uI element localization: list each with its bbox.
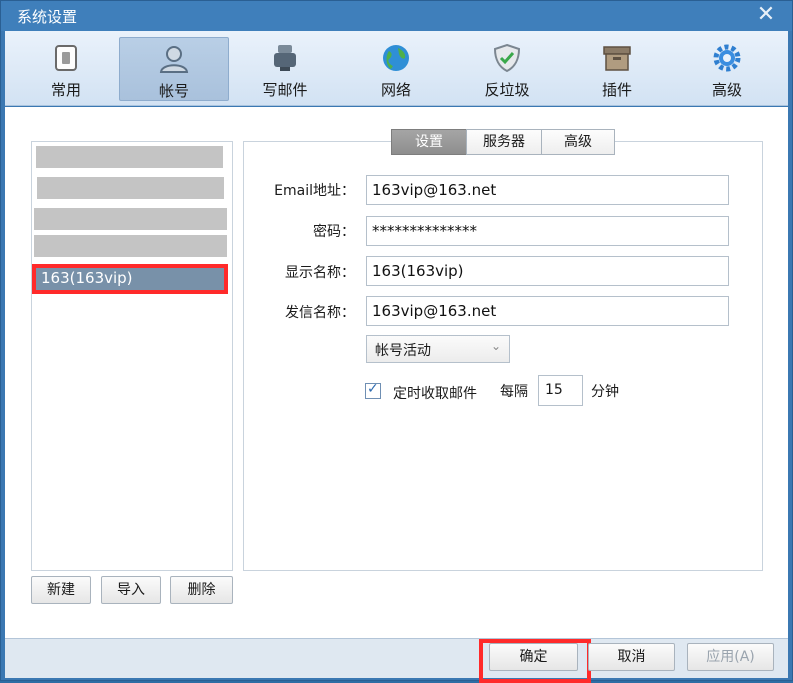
check-icon: ✓ xyxy=(367,381,379,397)
account-status-value: 帐号活动 xyxy=(375,343,431,359)
gear-icon xyxy=(713,44,741,72)
content-area: 163(163vip) 新建 导入 删除 设置 服务器 高级 Email地址： … xyxy=(5,107,788,638)
pen-icon xyxy=(274,45,296,71)
new-account-button[interactable]: 新建 xyxy=(31,576,91,604)
email-field[interactable]: 163vip@163.net xyxy=(366,175,729,205)
toolbar-item-compose[interactable]: 写邮件 xyxy=(230,37,340,101)
list-item-redacted[interactable] xyxy=(34,235,227,257)
password-field[interactable]: ************** xyxy=(366,216,729,246)
toolbar-item-account[interactable]: 帐号 xyxy=(119,37,229,101)
chevron-down-icon: ⌄ xyxy=(490,339,501,353)
toolbar-item-plugins[interactable]: 插件 xyxy=(562,37,672,101)
toolbar-item-advanced[interactable]: 高级 xyxy=(672,37,782,101)
interval-input[interactable]: 15 xyxy=(538,375,583,406)
switch-icon xyxy=(55,45,77,71)
account-status-select[interactable]: 帐号活动 ⌄ xyxy=(366,335,510,363)
tab-settings[interactable]: 设置 xyxy=(391,129,467,155)
interval-unit-label: 分钟 xyxy=(591,384,619,400)
box-icon xyxy=(603,46,631,71)
tab-advanced[interactable]: 高级 xyxy=(541,129,615,155)
list-item-redacted[interactable] xyxy=(37,177,224,199)
list-item-selected-highlight[interactable]: 163(163vip) xyxy=(32,264,228,294)
window-title: 系统设置 xyxy=(17,8,78,26)
toolbar-label: 写邮件 xyxy=(262,81,308,99)
close-icon[interactable]: ✕ xyxy=(754,3,778,27)
toolbar-label: 插件 xyxy=(601,81,632,99)
list-item-redacted[interactable] xyxy=(36,146,223,168)
category-toolbar: 常用 帐号 写邮件 网络 反垃圾 插件 高级 xyxy=(5,31,788,106)
delete-account-button[interactable]: 删除 xyxy=(170,576,233,604)
settings-window: 系统设置 ✕ 常用 帐号 写邮件 网络 反垃圾 插件 高级 163(163vip… xyxy=(0,0,793,683)
list-item-redacted[interactable] xyxy=(34,208,227,230)
sender-name-label: 发信名称： xyxy=(285,305,355,321)
toolbar-label: 高级 xyxy=(711,81,742,99)
dialog-footer: 确定 取消 应用(A) xyxy=(5,638,788,683)
globe-icon xyxy=(383,45,409,71)
display-name-field[interactable]: 163(163vip) xyxy=(366,256,729,286)
password-label: 密码： xyxy=(313,224,355,240)
toolbar-label: 常用 xyxy=(50,81,81,99)
ok-button[interactable]: 确定 xyxy=(489,643,578,671)
display-name-label: 显示名称： xyxy=(285,265,355,281)
cancel-button[interactable]: 取消 xyxy=(588,643,675,671)
email-label: Email地址： xyxy=(274,183,355,199)
apply-button[interactable]: 应用(A) xyxy=(687,643,774,671)
toolbar-item-network[interactable]: 网络 xyxy=(341,37,451,101)
account-list[interactable]: 163(163vip) xyxy=(31,141,233,571)
user-icon xyxy=(159,46,189,73)
toolbar-label: 网络 xyxy=(380,81,411,99)
toolbar-label: 反垃圾 xyxy=(484,81,530,99)
selected-account-label: 163(163vip) xyxy=(36,268,224,290)
toolbar-item-antispam[interactable]: 反垃圾 xyxy=(452,37,562,101)
auto-fetch-checkbox[interactable]: ✓ xyxy=(365,381,381,399)
auto-fetch-label: 定时收取邮件 xyxy=(393,386,477,402)
toolbar-item-general[interactable]: 常用 xyxy=(11,37,121,101)
sender-name-field[interactable]: 163vip@163.net xyxy=(366,296,729,326)
title-bar: 系统设置 ✕ xyxy=(1,1,792,31)
interval-prefix-label: 每隔 xyxy=(500,384,528,400)
shield-icon xyxy=(493,43,521,73)
toolbar-label: 帐号 xyxy=(158,82,189,100)
import-account-button[interactable]: 导入 xyxy=(101,576,161,604)
tab-server[interactable]: 服务器 xyxy=(466,129,542,155)
